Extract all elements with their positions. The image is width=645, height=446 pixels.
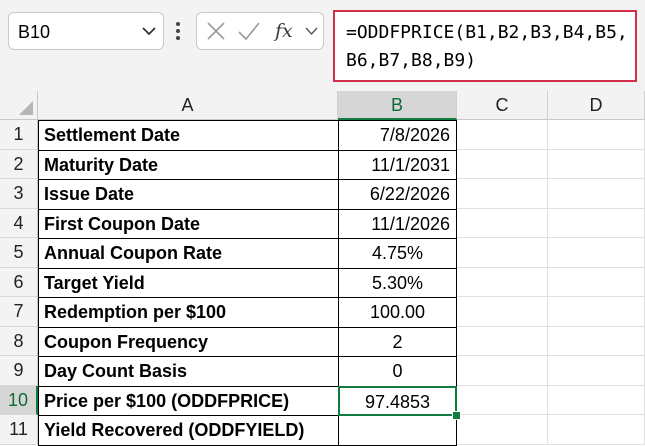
cell-b6[interactable]: 5.30% <box>338 267 457 298</box>
row-header-4[interactable]: 4 <box>0 208 38 238</box>
cell-d3[interactable] <box>548 179 645 209</box>
row-header-1[interactable]: 1 <box>0 120 38 150</box>
formula-input[interactable]: =ODDFPRICE(B1,B2,B3,B4,B5,B6,B7,B8,B9) <box>333 10 637 82</box>
cell-d1[interactable] <box>548 120 645 150</box>
enter-check-icon[interactable] <box>237 19 261 43</box>
cell-c1[interactable] <box>457 120 548 150</box>
cell-d5[interactable] <box>548 238 645 268</box>
cancel-icon[interactable] <box>205 19 227 43</box>
cell-a10[interactable]: Price per $100 (ODDFPRICE) <box>38 385 339 416</box>
row-header-6[interactable]: 6 <box>0 267 38 297</box>
row-header-8[interactable]: 8 <box>0 326 38 356</box>
cell-c4[interactable] <box>457 208 548 238</box>
select-all-corner[interactable] <box>0 91 38 120</box>
row-header-10[interactable]: 10 <box>0 385 38 415</box>
formula-controls: fx <box>196 12 324 50</box>
cell-d10[interactable] <box>548 385 645 415</box>
insert-function-button[interactable]: fx <box>275 20 293 42</box>
column-header-c[interactable]: C <box>457 91 548 120</box>
cell-a2[interactable]: Maturity Date <box>38 149 339 180</box>
cell-b4[interactable]: 11/1/2026 <box>338 208 457 239</box>
cell-d8[interactable] <box>548 326 645 356</box>
cell-b9[interactable]: 0 <box>338 356 457 387</box>
cell-c9[interactable] <box>457 356 548 386</box>
cell-a9[interactable]: Day Count Basis <box>38 356 339 387</box>
name-box[interactable]: B10 <box>8 12 164 50</box>
chevron-down-icon[interactable] <box>305 26 318 36</box>
cell-a6[interactable]: Target Yield <box>38 267 339 298</box>
row-header-9[interactable]: 9 <box>0 356 38 386</box>
cell-a8[interactable]: Coupon Frequency <box>38 326 339 357</box>
cell-b1[interactable]: 7/8/2026 <box>338 120 457 151</box>
fill-handle[interactable] <box>452 411 461 420</box>
select-all-triangle-icon <box>19 101 33 115</box>
cell-a3[interactable]: Issue Date <box>38 179 339 210</box>
cell-d9[interactable] <box>548 356 645 386</box>
cell-b8[interactable]: 2 <box>338 326 457 357</box>
row-header-11[interactable]: 11 <box>0 415 38 445</box>
cell-d2[interactable] <box>548 149 645 179</box>
cell-b5[interactable]: 4.75% <box>338 238 457 269</box>
cell-a5[interactable]: Annual Coupon Rate <box>38 238 339 269</box>
row-header-3[interactable]: 3 <box>0 179 38 209</box>
cell-d6[interactable] <box>548 267 645 297</box>
cell-b11[interactable] <box>338 415 457 446</box>
cell-a1[interactable]: Settlement Date <box>38 120 339 151</box>
cell-c10[interactable] <box>457 385 548 415</box>
row-header-5[interactable]: 5 <box>0 238 38 268</box>
cell-c8[interactable] <box>457 326 548 356</box>
row-header-2[interactable]: 2 <box>0 149 38 179</box>
cell-c11[interactable] <box>457 415 548 445</box>
cell-b10[interactable]: 97.4853 <box>338 385 457 416</box>
cell-b2[interactable]: 11/1/2031 <box>338 149 457 180</box>
cell-b3[interactable]: 6/22/2026 <box>338 179 457 210</box>
cell-d4[interactable] <box>548 208 645 238</box>
row-header-7[interactable]: 7 <box>0 297 38 327</box>
formula-text[interactable]: =ODDFPRICE(B1,B2,B3,B4,B5,B6,B7,B8,B9) <box>346 19 634 75</box>
more-options-icon[interactable] <box>176 22 180 40</box>
cell-a7[interactable]: Redemption per $100 <box>38 297 339 328</box>
cell-a4[interactable]: First Coupon Date <box>38 208 339 239</box>
cell-c5[interactable] <box>457 238 548 268</box>
column-header-a[interactable]: A <box>38 91 338 120</box>
cell-c7[interactable] <box>457 297 548 327</box>
cell-d11[interactable] <box>548 415 645 445</box>
column-header-b[interactable]: B <box>338 91 457 120</box>
cell-b7[interactable]: 100.00 <box>338 297 457 328</box>
formula-toolbar: B10 fx =ODDFPRICE(B1,B2,B3,B4,B5,B6,B7,B… <box>0 0 645 91</box>
column-header-d[interactable]: D <box>548 91 645 120</box>
name-box-value: B10 <box>18 22 51 42</box>
cell-a11[interactable]: Yield Recovered (ODDFYIELD) <box>38 415 339 446</box>
cell-c2[interactable] <box>457 149 548 179</box>
cell-c3[interactable] <box>457 179 548 209</box>
chevron-down-icon[interactable] <box>141 25 157 37</box>
cell-c6[interactable] <box>457 267 548 297</box>
cell-d7[interactable] <box>548 297 645 327</box>
